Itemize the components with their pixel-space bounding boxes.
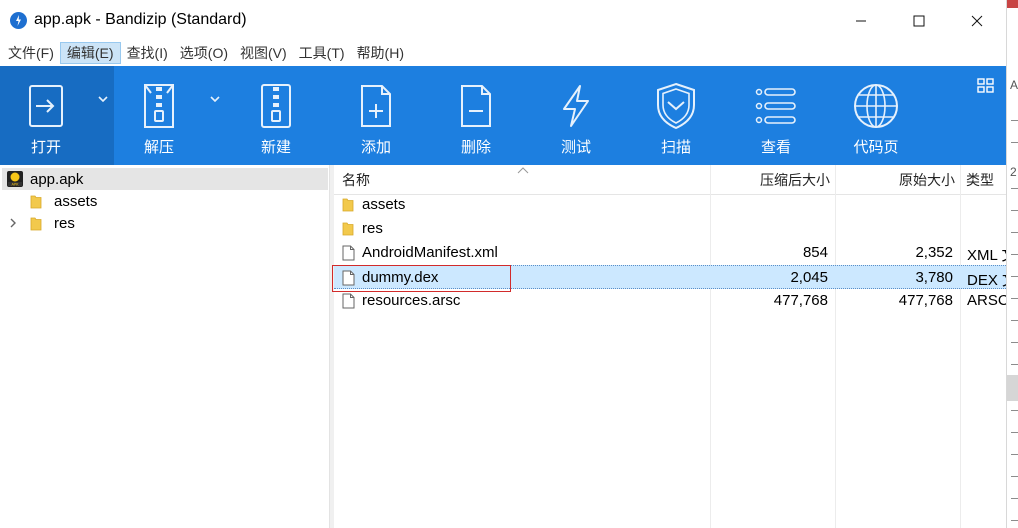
background-glyph: 2: [1010, 165, 1017, 179]
list-row-file[interactable]: resources.arsc 477,768 477,768 ARSC: [334, 289, 1006, 313]
codepage-label: 代码页: [853, 139, 899, 156]
menu-tools[interactable]: 工具(T): [293, 42, 351, 64]
chevron-down-icon: [210, 96, 220, 102]
file-name: dummy.dex: [362, 269, 439, 286]
new-zip-icon: [250, 80, 302, 132]
menu-options[interactable]: 选项(O): [174, 42, 234, 64]
chevron-right-icon[interactable]: [6, 216, 20, 231]
list-row-file[interactable]: AndroidManifest.xml 854 2,352 XML 文: [334, 241, 1006, 265]
list-row-file-selected[interactable]: dummy.dex 2,045 3,780 DEX 文: [334, 265, 1006, 289]
view-label: 查看: [760, 139, 791, 156]
file-name: res: [362, 220, 383, 237]
file-type: DEX 文: [967, 272, 1006, 289]
delete-file-icon: [450, 80, 502, 132]
chevron-down-icon: [98, 96, 108, 102]
column-header-original-size[interactable]: 原始大小: [835, 165, 955, 195]
codepage-globe-icon: [850, 80, 902, 132]
extract-dropdown-button[interactable]: [204, 66, 226, 165]
open-button[interactable]: 打开: [0, 66, 92, 165]
sort-ascending-icon: [517, 165, 529, 177]
tree-root-label: app.apk: [30, 170, 84, 188]
minimize-button[interactable]: [838, 0, 884, 41]
delete-button[interactable]: 删除: [426, 66, 526, 165]
column-header-name[interactable]: 名称: [342, 165, 370, 195]
folder-icon: [342, 221, 354, 240]
extract-label: 解压: [143, 139, 174, 156]
file-type: ARSC: [967, 292, 1006, 309]
tree-item-assets[interactable]: assets: [6, 190, 335, 212]
background-window-strip: A 2: [1006, 0, 1018, 528]
window-title: app.apk - Bandizip (Standard): [34, 11, 247, 28]
add-button[interactable]: 添加: [326, 66, 426, 165]
packed-size: 854: [802, 244, 828, 261]
new-archive-button[interactable]: 新建: [228, 66, 324, 165]
delete-label: 删除: [460, 139, 491, 156]
extract-button[interactable]: 解压: [114, 66, 204, 165]
add-label: 添加: [360, 139, 391, 156]
file-list: 名称 压缩后大小 原始大小 类型 assets res AndroidManif…: [334, 165, 1006, 528]
view-list-icon: [750, 80, 802, 132]
menu-help[interactable]: 帮助(H): [351, 42, 410, 64]
file-name: AndroidManifest.xml: [362, 244, 498, 261]
folder-icon: [30, 216, 42, 231]
tree-item-root[interactable]: APK app.apk: [2, 168, 328, 190]
menu-edit[interactable]: 编辑(E): [59, 42, 121, 64]
folder-icon: [342, 197, 354, 216]
test-label: 测试: [560, 139, 591, 156]
folder-icon: [30, 194, 42, 209]
minimize-icon: [856, 20, 866, 21]
original-size: 477,768: [898, 292, 953, 309]
toolbar: 打开 解压 新建 添加 删除 测试 扫描 查看 代码页: [0, 66, 1006, 165]
scan-label: 扫描: [660, 139, 691, 156]
tree-item-label: res: [54, 214, 75, 232]
close-button[interactable]: [954, 0, 1000, 41]
close-icon: [971, 15, 983, 26]
test-button[interactable]: 测试: [526, 66, 626, 165]
list-row-folder[interactable]: assets: [334, 193, 1006, 217]
column-header-type[interactable]: 类型: [966, 165, 1006, 195]
menu-view[interactable]: 视图(V): [234, 42, 293, 64]
layout-grid-icon[interactable]: [977, 78, 995, 97]
apk-badge-text: APK: [12, 182, 20, 186]
file-name: assets: [362, 196, 406, 213]
file-icon: [342, 245, 355, 265]
scan-button[interactable]: 扫描: [626, 66, 726, 165]
packed-size: 2,045: [790, 269, 828, 286]
codepage-button[interactable]: 代码页: [826, 66, 926, 165]
add-file-icon: [350, 80, 402, 132]
bandizip-logo-icon: [10, 12, 27, 29]
title-bar: app.apk - Bandizip (Standard): [0, 0, 1006, 41]
folder-tree: APK app.apk assets res: [0, 165, 329, 528]
menu-find[interactable]: 查找(I): [121, 42, 174, 64]
list-row-folder[interactable]: res: [334, 217, 1006, 241]
test-lightning-icon: [550, 80, 602, 132]
maximize-icon: [913, 15, 925, 26]
tree-item-label: assets: [54, 192, 98, 210]
packed-size: 477,768: [773, 292, 828, 309]
open-archive-icon: [20, 80, 72, 132]
open-dropdown-button[interactable]: [92, 66, 114, 165]
list-header: 名称 压缩后大小 原始大小 类型: [334, 165, 1006, 195]
menu-bar: 文件(F) 编辑(E) 查找(I) 选项(O) 视图(V) 工具(T) 帮助(H…: [0, 41, 1006, 65]
background-glyph: A: [1010, 78, 1018, 92]
scan-shield-icon: [650, 80, 702, 132]
column-header-packed-size[interactable]: 压缩后大小: [710, 165, 830, 195]
file-name: resources.arsc: [362, 292, 461, 309]
original-size: 2,352: [915, 244, 953, 261]
extract-zip-icon: [133, 80, 185, 132]
menu-file[interactable]: 文件(F): [2, 42, 60, 64]
maximize-button[interactable]: [896, 0, 942, 41]
open-label: 打开: [30, 139, 61, 156]
apk-archive-icon: APK: [6, 170, 24, 188]
tree-item-res[interactable]: res: [6, 212, 335, 234]
original-size: 3,780: [915, 269, 953, 286]
file-icon: [342, 270, 355, 290]
file-type: XML 文: [967, 247, 1006, 264]
view-button[interactable]: 查看: [726, 66, 826, 165]
new-label: 新建: [260, 139, 291, 156]
file-icon: [342, 293, 355, 313]
